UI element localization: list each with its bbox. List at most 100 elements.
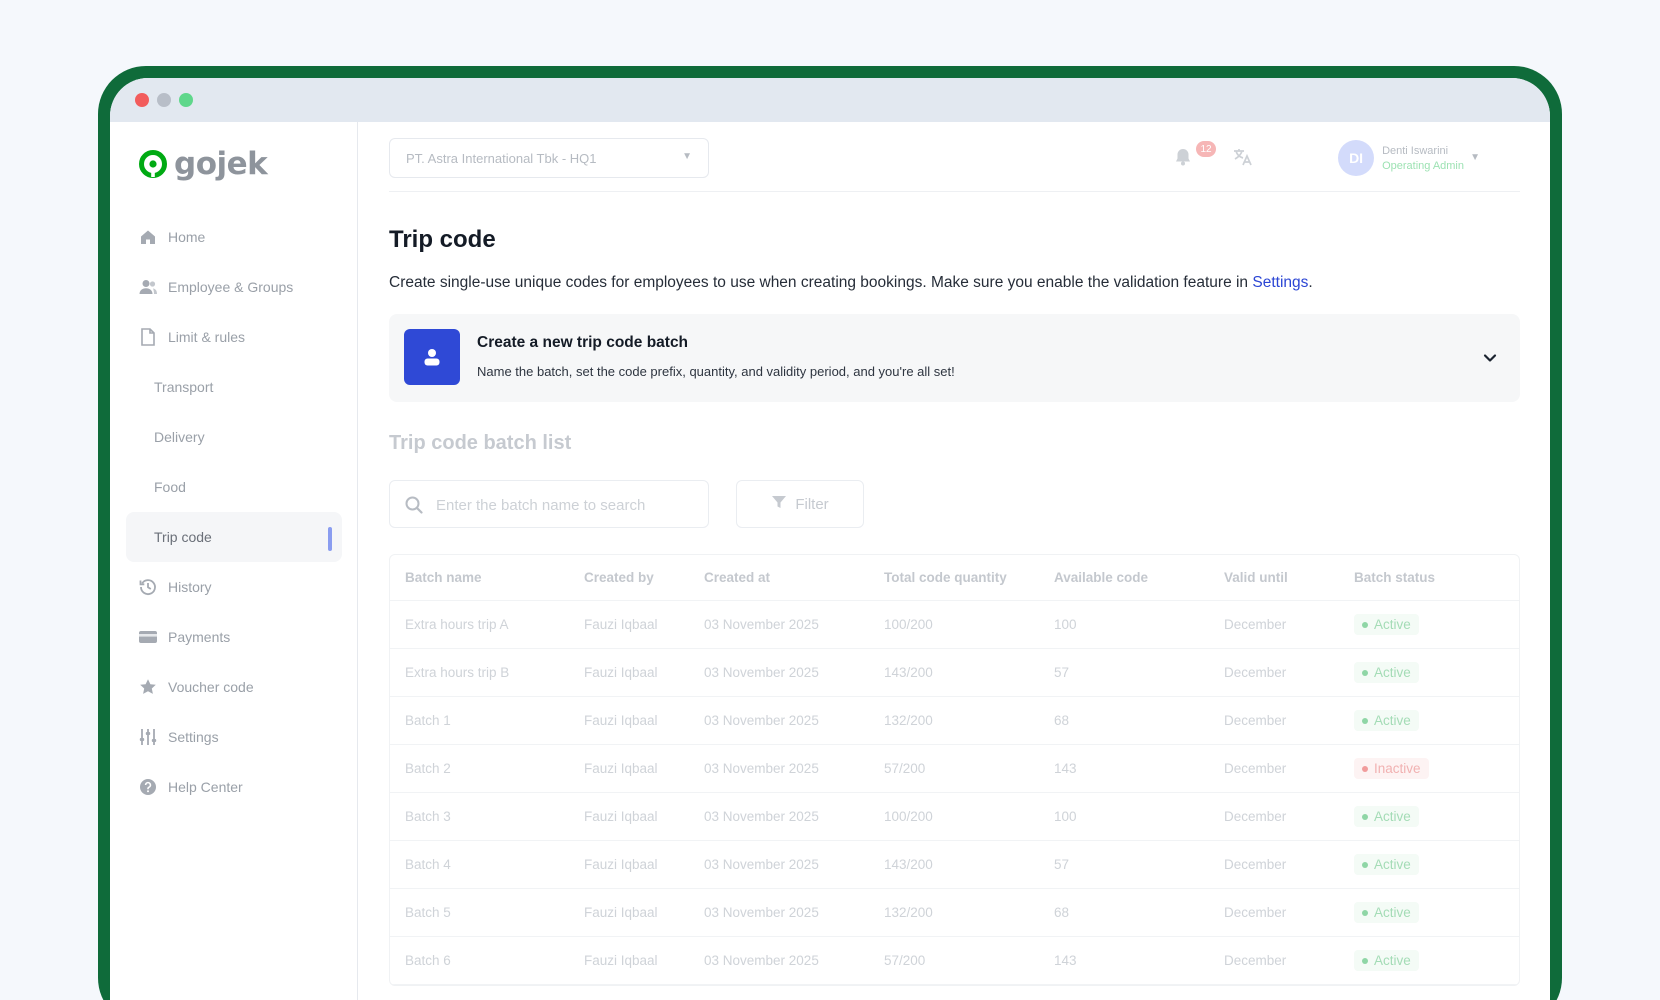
- sidebar-item-transport[interactable]: Transport: [126, 362, 342, 412]
- caret-down-icon: ▼: [682, 151, 692, 162]
- created-by-cell: Fauzi Iqbaal: [584, 857, 658, 872]
- brand-logo[interactable]: gojek: [138, 146, 268, 182]
- sidebar-item-label: Delivery: [154, 429, 205, 445]
- column-header[interactable]: Created at: [689, 570, 869, 585]
- user-menu[interactable]: DI Denti Iswarini Operating Admin ▼: [1338, 140, 1480, 176]
- sidebar: gojek Home Employee & Groups Limit & rul…: [110, 122, 358, 1000]
- filter-icon: [771, 494, 787, 514]
- created-by-cell: Fauzi Iqbaal: [584, 905, 658, 920]
- available-code-cell: 57: [1054, 665, 1070, 680]
- card-icon: [138, 627, 158, 647]
- status-label: Active: [1374, 665, 1411, 680]
- search-input[interactable]: [436, 491, 696, 519]
- table-row[interactable]: Extra hours trip A Fauzi Iqbaal 03 Novembe…: [390, 601, 1519, 649]
- table-row[interactable]: Batch 2 Fauzi Iqbaal 03 November 2025 57/20…: [390, 745, 1519, 793]
- batch-status-cell: Active: [1339, 710, 1489, 731]
- avatar: DI: [1338, 140, 1375, 176]
- batch-name-cell: Extra hours trip A: [405, 617, 509, 632]
- created-at-cell: 03 November 2025: [704, 617, 819, 632]
- sidebar-item-label: Employee & Groups: [168, 279, 294, 295]
- batch-name-cell: Batch 5: [405, 905, 451, 920]
- table-row[interactable]: Batch 1 Fauzi Iqbaal 03 November 2025 132/2…: [390, 697, 1519, 745]
- total-quantity-cell: 143/200: [884, 857, 933, 872]
- batch-name-cell: Batch 3: [405, 809, 451, 824]
- status-badge: Active: [1354, 902, 1419, 923]
- table-row[interactable]: Batch 3 Fauzi Iqbaal 03 November 2025 100/2…: [390, 793, 1519, 841]
- sidebar-item-food[interactable]: Food: [126, 462, 342, 512]
- table-row[interactable]: Batch 6 Fauzi Iqbaal 03 November 2025 57/20…: [390, 937, 1519, 985]
- status-label: Active: [1374, 905, 1411, 920]
- batch-status-cell: Active: [1339, 806, 1489, 827]
- user-info: Denti Iswarini Operating Admin: [1382, 145, 1464, 172]
- company-select[interactable]: PT. Astra International Tbk - HQ1 ▼: [389, 138, 709, 178]
- search-icon: [404, 495, 424, 515]
- status-dot-icon: [1362, 957, 1368, 964]
- sidebar-item-trip-code[interactable]: Trip code: [126, 512, 342, 562]
- sidebar-item-employee-groups[interactable]: Employee & Groups: [126, 262, 342, 312]
- created-at-cell: 03 November 2025: [704, 857, 819, 872]
- company-select-value: PT. Astra International Tbk - HQ1: [406, 150, 597, 166]
- translate-icon[interactable]: [1232, 146, 1256, 170]
- sidebar-item-label: Trip code: [154, 529, 212, 545]
- star-icon: [138, 677, 158, 697]
- sidebar-item-label: Voucher code: [168, 679, 254, 695]
- column-header[interactable]: Created by: [569, 570, 689, 585]
- sidebar-item-label: Settings: [168, 729, 219, 745]
- batch-status-cell: Active: [1339, 950, 1489, 971]
- status-label: Inactive: [1374, 761, 1421, 776]
- create-batch-card[interactable]: Create a new trip code batch Name the ba…: [389, 314, 1520, 402]
- batch-status-cell: Active: [1339, 902, 1489, 923]
- column-header[interactable]: Valid until: [1209, 570, 1339, 585]
- valid-until-cell: December: [1224, 665, 1287, 680]
- available-code-cell: 57: [1054, 857, 1070, 872]
- created-by-cell: Fauzi Iqbaal: [584, 617, 658, 632]
- sliders-icon: [138, 727, 158, 747]
- filter-button[interactable]: Filter: [736, 480, 864, 528]
- sidebar-item-settings[interactable]: Settings: [126, 712, 342, 762]
- status-dot-icon: [1362, 909, 1368, 916]
- sidebar-item-history[interactable]: History: [126, 562, 342, 612]
- table-row[interactable]: Extra hours trip B Fauzi Iqbaal 03 Novembe…: [390, 649, 1519, 697]
- table-row[interactable]: Batch 5 Fauzi Iqbaal 03 November 2025 132/2…: [390, 889, 1519, 937]
- status-label: Active: [1374, 857, 1411, 872]
- column-header[interactable]: Batch name: [390, 570, 569, 585]
- created-at-cell: 03 November 2025: [704, 665, 819, 680]
- sidebar-item-delivery[interactable]: Delivery: [126, 412, 342, 462]
- settings-link[interactable]: Settings: [1252, 274, 1308, 291]
- created-by-cell: Fauzi Iqbaal: [584, 953, 658, 968]
- valid-until-cell: December: [1224, 857, 1287, 872]
- total-quantity-cell: 57/200: [884, 953, 926, 968]
- sidebar-item-home[interactable]: Home: [126, 212, 342, 262]
- sidebar-item-voucher-code[interactable]: Voucher code: [126, 662, 342, 712]
- available-code-cell: 68: [1054, 905, 1070, 920]
- window-maximize-button[interactable]: [179, 93, 193, 107]
- status-dot-icon: [1362, 669, 1368, 676]
- sidebar-item-limit-rules[interactable]: Limit & rules: [126, 312, 342, 362]
- status-badge: Active: [1354, 854, 1419, 875]
- valid-until-cell: December: [1224, 953, 1287, 968]
- column-header[interactable]: Batch status: [1339, 570, 1489, 585]
- status-badge: Inactive: [1354, 758, 1429, 779]
- sidebar-item-help-center[interactable]: Help Center: [126, 762, 342, 812]
- sidebar-item-payments[interactable]: Payments: [126, 612, 342, 662]
- created-at-cell: 03 November 2025: [704, 905, 819, 920]
- column-header[interactable]: Available code: [1039, 570, 1209, 585]
- bell-icon[interactable]: [1172, 146, 1196, 170]
- available-code-cell: 143: [1054, 761, 1077, 776]
- filter-button-label: Filter: [795, 495, 829, 513]
- caret-down-icon: ▼: [1470, 152, 1480, 163]
- window-close-button[interactable]: [135, 93, 149, 107]
- help-icon: [138, 777, 158, 797]
- window-minimize-button[interactable]: [157, 93, 171, 107]
- sidebar-item-label: Food: [154, 479, 186, 495]
- available-code-cell: 68: [1054, 713, 1070, 728]
- app-window: gojek Home Employee & Groups Limit & rul…: [110, 78, 1550, 1000]
- created-by-cell: Fauzi Iqbaal: [584, 713, 658, 728]
- available-code-cell: 100: [1054, 617, 1077, 632]
- table-row[interactable]: Batch 4 Fauzi Iqbaal 03 November 2025 143/2…: [390, 841, 1519, 889]
- chevron-down-icon[interactable]: [1480, 348, 1500, 368]
- column-header[interactable]: Total code quantity: [869, 570, 1039, 585]
- created-by-cell: Fauzi Iqbaal: [584, 809, 658, 824]
- created-at-cell: 03 November 2025: [704, 761, 819, 776]
- sidebar-item-label: History: [168, 579, 212, 595]
